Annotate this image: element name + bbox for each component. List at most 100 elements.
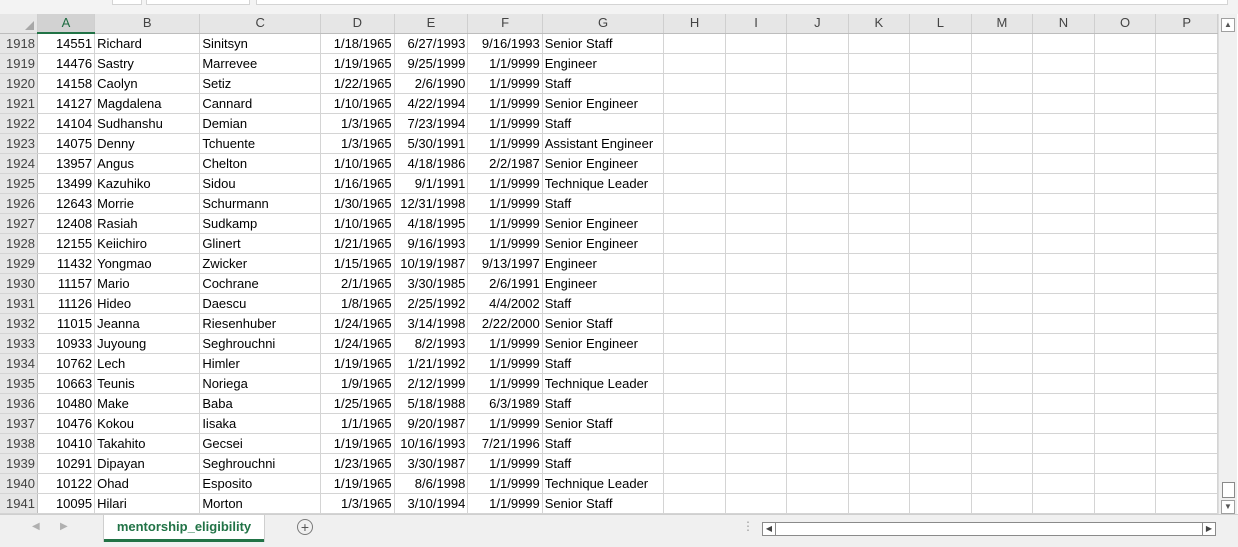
empty-cell[interactable] <box>1094 53 1157 74</box>
empty-cell[interactable] <box>725 193 788 214</box>
empty-cell[interactable] <box>725 93 788 114</box>
empty-cell[interactable] <box>1155 373 1218 394</box>
empty-cell[interactable] <box>1032 153 1095 174</box>
empty-cell[interactable] <box>786 33 849 54</box>
empty-cell[interactable] <box>1155 453 1218 474</box>
empty-cell[interactable] <box>1155 113 1218 134</box>
cell-g[interactable]: Senior Staff <box>542 33 665 54</box>
empty-cell[interactable] <box>1094 493 1157 514</box>
row-header[interactable]: 1941 <box>0 493 38 514</box>
empty-cell[interactable] <box>663 453 726 474</box>
cell-f[interactable]: 1/1/9999 <box>467 113 543 134</box>
cell-c[interactable]: Noriega <box>199 373 322 394</box>
cell-g[interactable]: Senior Staff <box>542 493 665 514</box>
empty-cell[interactable] <box>848 213 911 234</box>
column-header-a[interactable]: A <box>37 14 96 34</box>
cell-g[interactable]: Staff <box>542 73 665 94</box>
empty-cell[interactable] <box>725 313 788 334</box>
cell-b[interactable]: Teunis <box>94 373 201 394</box>
cell-c[interactable]: Himler <box>199 353 322 374</box>
empty-cell[interactable] <box>848 313 911 334</box>
empty-cell[interactable] <box>1155 293 1218 314</box>
empty-cell[interactable] <box>971 93 1034 114</box>
cell-g[interactable]: Engineer <box>542 253 665 274</box>
empty-cell[interactable] <box>971 373 1034 394</box>
cell-d[interactable]: 1/3/1965 <box>320 113 395 134</box>
empty-cell[interactable] <box>909 233 972 254</box>
cell-b[interactable]: Morrie <box>94 193 201 214</box>
empty-cell[interactable] <box>725 173 788 194</box>
column-header-f[interactable]: F <box>467 14 543 34</box>
empty-cell[interactable] <box>971 33 1034 54</box>
empty-cell[interactable] <box>848 113 911 134</box>
empty-cell[interactable] <box>786 453 849 474</box>
triangle-up-icon[interactable]: ▲ <box>1221 18 1235 32</box>
cell-g[interactable]: Staff <box>542 193 665 214</box>
empty-cell[interactable] <box>725 253 788 274</box>
cell-c[interactable]: Seghrouchni <box>199 453 322 474</box>
cell-d[interactable]: 1/10/1965 <box>320 213 395 234</box>
empty-cell[interactable] <box>786 413 849 434</box>
cell-f[interactable]: 1/1/9999 <box>467 473 543 494</box>
empty-cell[interactable] <box>1094 233 1157 254</box>
cell-f[interactable]: 7/21/1996 <box>467 433 543 454</box>
empty-cell[interactable] <box>848 453 911 474</box>
cell-f[interactable]: 1/1/9999 <box>467 373 543 394</box>
empty-cell[interactable] <box>1155 53 1218 74</box>
cell-e[interactable]: 4/22/1994 <box>394 93 469 114</box>
cell-g[interactable]: Senior Engineer <box>542 233 665 254</box>
row-header[interactable]: 1925 <box>0 173 38 194</box>
cell-d[interactable]: 2/1/1965 <box>320 273 395 294</box>
cell-d[interactable]: 1/10/1965 <box>320 153 395 174</box>
empty-cell[interactable] <box>971 293 1034 314</box>
empty-cell[interactable] <box>1032 33 1095 54</box>
empty-cell[interactable] <box>971 193 1034 214</box>
empty-cell[interactable] <box>1155 213 1218 234</box>
cell-e[interactable]: 9/25/1999 <box>394 53 469 74</box>
cell-e[interactable]: 3/14/1998 <box>394 313 469 334</box>
empty-cell[interactable] <box>1032 313 1095 334</box>
empty-cell[interactable] <box>971 213 1034 234</box>
empty-cell[interactable] <box>848 373 911 394</box>
empty-cell[interactable] <box>1032 233 1095 254</box>
empty-cell[interactable] <box>663 153 726 174</box>
empty-cell[interactable] <box>971 133 1034 154</box>
empty-cell[interactable] <box>909 73 972 94</box>
empty-cell[interactable] <box>663 373 726 394</box>
empty-cell[interactable] <box>909 353 972 374</box>
empty-cell[interactable] <box>971 113 1034 134</box>
empty-cell[interactable] <box>725 373 788 394</box>
empty-cell[interactable] <box>663 333 726 354</box>
empty-cell[interactable] <box>848 233 911 254</box>
cell-f[interactable]: 9/16/1993 <box>467 33 543 54</box>
cell-b[interactable]: Caolyn <box>94 73 201 94</box>
cell-e[interactable]: 4/18/1986 <box>394 153 469 174</box>
cell-f[interactable]: 1/1/9999 <box>467 173 543 194</box>
cell-e[interactable]: 9/20/1987 <box>394 413 469 434</box>
empty-cell[interactable] <box>909 273 972 294</box>
cell-a[interactable]: 13957 <box>37 153 96 174</box>
empty-cell[interactable] <box>663 313 726 334</box>
empty-cell[interactable] <box>1032 113 1095 134</box>
row-header[interactable]: 1932 <box>0 313 38 334</box>
cell-f[interactable]: 4/4/2002 <box>467 293 543 314</box>
empty-cell[interactable] <box>848 73 911 94</box>
cell-g[interactable]: Engineer <box>542 273 665 294</box>
column-header-c[interactable]: C <box>199 14 322 34</box>
column-header-g[interactable]: G <box>542 14 665 34</box>
empty-cell[interactable] <box>848 433 911 454</box>
empty-cell[interactable] <box>971 333 1034 354</box>
empty-cell[interactable] <box>909 113 972 134</box>
cell-a[interactable]: 14158 <box>37 73 96 94</box>
empty-cell[interactable] <box>663 253 726 274</box>
empty-cell[interactable] <box>1032 373 1095 394</box>
empty-cell[interactable] <box>1094 413 1157 434</box>
empty-cell[interactable] <box>725 493 788 514</box>
empty-cell[interactable] <box>663 113 726 134</box>
empty-cell[interactable] <box>909 313 972 334</box>
cell-d[interactable]: 1/19/1965 <box>320 473 395 494</box>
empty-cell[interactable] <box>971 413 1034 434</box>
empty-cell[interactable] <box>1094 93 1157 114</box>
empty-cell[interactable] <box>663 133 726 154</box>
cell-e[interactable]: 5/18/1988 <box>394 393 469 414</box>
